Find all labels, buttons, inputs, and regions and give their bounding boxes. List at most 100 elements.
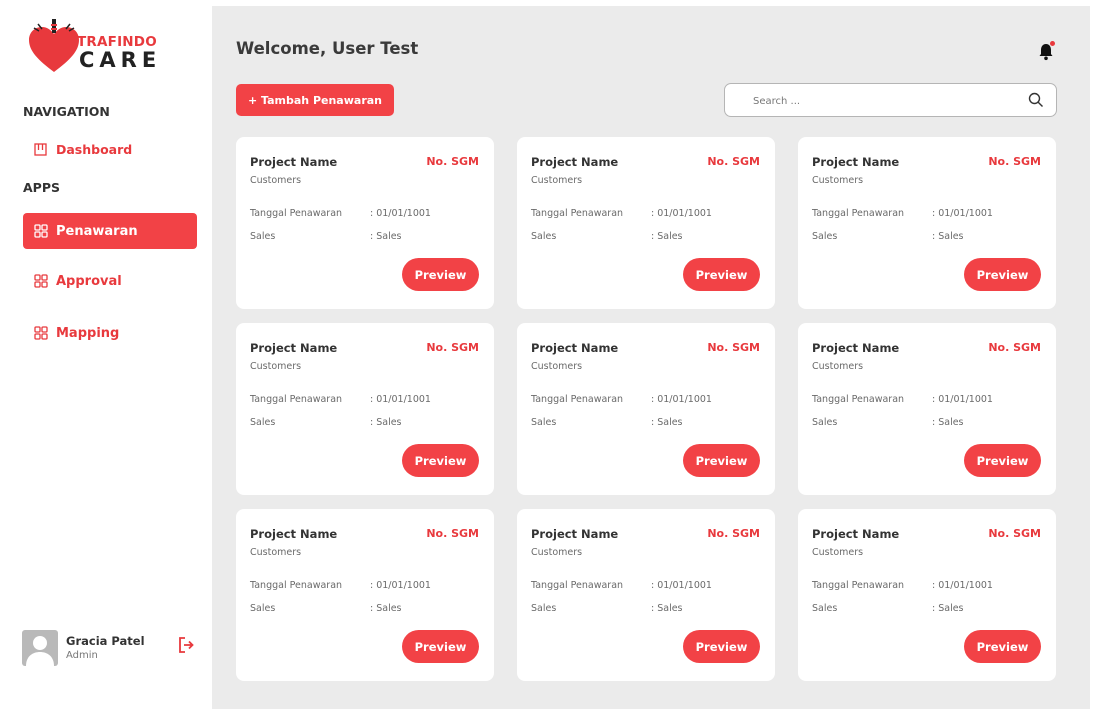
project-name: Project Name [531,341,619,355]
brand-logo: TRAFINDO CARE [24,16,174,76]
project-name: Project Name [812,527,900,541]
sales-label: Sales [812,231,838,242]
preview-button[interactable]: Preview [964,630,1041,663]
user-avatar-icon [26,636,54,666]
preview-button[interactable]: Preview [683,258,760,291]
tanggal-label: Tanggal Penawaran [531,208,624,219]
preview-button[interactable]: Preview [402,444,479,477]
navigation-heading: NAVIGATION [23,104,110,119]
dashboard-icon [34,143,47,156]
grid-icon [34,274,48,288]
tanggal-label: Tanggal Penawaran [812,208,905,219]
tanggal-value: : 01/01/1001 [370,208,431,219]
tanggal-label: Tanggal Penawaran [531,580,624,591]
sgm-number: No. SGM [988,527,1041,540]
penawaran-card: Project Name No. SGM Customers Tanggal P… [798,509,1056,681]
nav-item-penawaran[interactable]: Penawaran [23,213,197,249]
penawaran-card: Project Name No. SGM Customers Tanggal P… [236,509,494,681]
search-input[interactable] [753,92,1013,110]
preview-button[interactable]: Preview [402,258,479,291]
sales-label: Sales [812,417,838,428]
sgm-number: No. SGM [707,527,760,540]
sales-value: : Sales [370,603,402,614]
tanggal-label: Tanggal Penawaran [531,394,624,405]
sales-value: : Sales [651,231,683,242]
sales-value: : Sales [932,231,964,242]
preview-button[interactable]: Preview [964,258,1041,291]
user-role: Admin [66,650,98,661]
sgm-number: No. SGM [988,341,1041,354]
project-name: Project Name [531,155,619,169]
logout-icon[interactable] [178,636,194,654]
tanggal-value: : 01/01/1001 [932,394,993,405]
sgm-number: No. SGM [426,527,479,540]
customer-name: Customers [531,547,583,558]
preview-button[interactable]: Preview [964,444,1041,477]
project-name: Project Name [250,155,338,169]
avatar[interactable] [22,630,58,666]
penawaran-card: Project Name No. SGM Customers Tanggal P… [517,323,775,495]
sales-label: Sales [531,603,557,614]
sgm-number: No. SGM [988,155,1041,168]
sales-value: : Sales [651,603,683,614]
brand-name-bottom: CARE [79,48,162,72]
preview-button[interactable]: Preview [683,630,760,663]
project-name: Project Name [531,527,619,541]
add-penawaran-button[interactable]: + Tambah Penawaran [236,84,394,116]
penawaran-card: Project Name No. SGM Customers Tanggal P… [798,323,1056,495]
sales-label: Sales [812,603,838,614]
tanggal-value: : 01/01/1001 [932,580,993,591]
grid-icon [34,224,48,238]
preview-button[interactable]: Preview [683,444,760,477]
customer-name: Customers [812,175,864,186]
grid-icon [34,326,48,340]
penawaran-card: Project Name No. SGM Customers Tanggal P… [517,509,775,681]
sgm-number: No. SGM [426,155,479,168]
customer-name: Customers [812,361,864,372]
penawaran-card: Project Name No. SGM Customers Tanggal P… [236,137,494,309]
nav-item-dashboard[interactable]: Dashboard [34,142,132,157]
sales-value: : Sales [651,417,683,428]
tanggal-value: : 01/01/1001 [651,208,712,219]
nav-item-mapping-label: Mapping [56,325,120,341]
customer-name: Customers [531,361,583,372]
page-title: Welcome, User Test [236,39,419,58]
project-name: Project Name [250,341,338,355]
sales-value: : Sales [370,417,402,428]
preview-button[interactable]: Preview [402,630,479,663]
tanggal-value: : 01/01/1001 [370,394,431,405]
heart-logo-icon [29,19,79,72]
search-box [724,83,1057,117]
nav-item-approval[interactable]: Approval [23,263,197,299]
tanggal-label: Tanggal Penawaran [250,580,343,591]
customer-name: Customers [250,547,302,558]
search-icon[interactable] [1028,92,1044,108]
apps-heading: APPS [23,180,60,195]
tanggal-label: Tanggal Penawaran [812,394,905,405]
customer-name: Customers [531,175,583,186]
tanggal-label: Tanggal Penawaran [250,208,343,219]
tanggal-value: : 01/01/1001 [651,580,712,591]
nav-item-mapping[interactable]: Mapping [23,315,197,351]
penawaran-card: Project Name No. SGM Customers Tanggal P… [236,323,494,495]
project-name: Project Name [812,155,900,169]
user-profile: Gracia Patel Admin [22,628,202,668]
sgm-number: No. SGM [707,155,760,168]
project-name: Project Name [250,527,338,541]
project-name: Project Name [812,341,900,355]
bell-icon[interactable] [1036,40,1058,62]
sales-value: : Sales [370,231,402,242]
customer-name: Customers [812,547,864,558]
sgm-number: No. SGM [707,341,760,354]
user-name: Gracia Patel [66,634,145,648]
nav-item-penawaran-label: Penawaran [56,223,138,239]
tanggal-label: Tanggal Penawaran [250,394,343,405]
sales-label: Sales [250,231,276,242]
tanggal-value: : 01/01/1001 [370,580,431,591]
nav-item-dashboard-label: Dashboard [56,142,133,157]
tanggal-value: : 01/01/1001 [932,208,993,219]
sales-label: Sales [250,603,276,614]
sgm-number: No. SGM [426,341,479,354]
sales-label: Sales [531,417,557,428]
customer-name: Customers [250,175,302,186]
